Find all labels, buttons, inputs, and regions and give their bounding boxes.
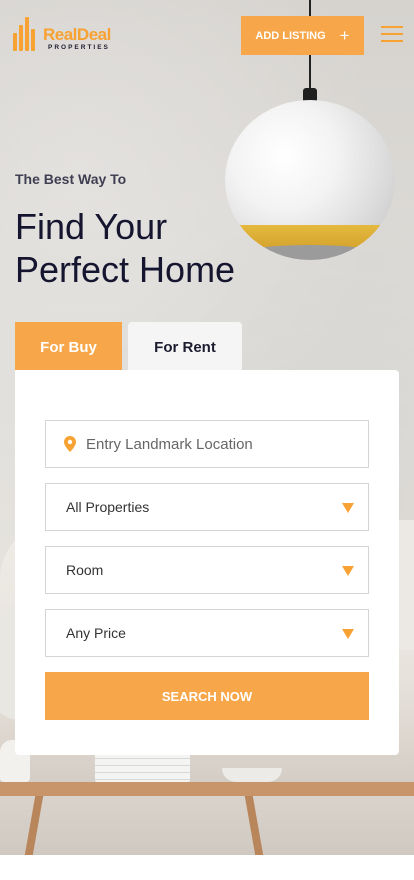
logo-subtitle: PROPERTIES bbox=[48, 44, 110, 51]
caret-down-icon bbox=[342, 629, 354, 639]
map-pin-icon bbox=[64, 436, 76, 452]
tab-for-rent[interactable]: For Rent bbox=[128, 322, 242, 372]
caret-down-icon bbox=[342, 566, 354, 576]
price-value: Any Price bbox=[66, 625, 126, 641]
hamburger-menu-icon[interactable] bbox=[381, 24, 403, 44]
headline-line-2: Perfect Home bbox=[15, 249, 236, 290]
price-select[interactable]: Any Price bbox=[45, 609, 369, 657]
floor-image bbox=[0, 796, 414, 855]
add-listing-label: ADD LISTING bbox=[255, 29, 326, 42]
books-image bbox=[95, 752, 190, 782]
add-listing-button[interactable]: ADD LISTING + bbox=[241, 16, 364, 55]
tab-for-buy[interactable]: For Buy bbox=[15, 322, 122, 372]
logo-wordmark: RealDeal bbox=[43, 25, 111, 45]
hero-headline: Find Your Perfect Home bbox=[15, 205, 295, 291]
logo-word-deal: Deal bbox=[76, 25, 111, 44]
property-type-select[interactable]: All Properties bbox=[45, 483, 369, 531]
plus-icon: + bbox=[339, 26, 350, 45]
hero-tagline: The Best Way To bbox=[15, 171, 127, 187]
table-image bbox=[0, 782, 414, 796]
bowl-image bbox=[222, 768, 282, 782]
headline-line-1: Find Your bbox=[15, 206, 168, 247]
room-value: Room bbox=[66, 562, 104, 578]
logo-word-real: Real bbox=[43, 25, 77, 44]
room-select[interactable]: Room bbox=[45, 546, 369, 594]
search-now-button[interactable]: SEARCH NOW bbox=[45, 672, 369, 720]
search-card: All Properties Room Any Price SEARCH NOW bbox=[15, 370, 399, 755]
property-type-value: All Properties bbox=[66, 499, 150, 515]
logo[interactable]: RealDeal PROPERTIES bbox=[13, 17, 133, 55]
caret-down-icon bbox=[342, 503, 354, 513]
building-bars-icon bbox=[13, 17, 39, 51]
location-input[interactable] bbox=[86, 435, 336, 453]
location-field[interactable] bbox=[45, 420, 369, 468]
